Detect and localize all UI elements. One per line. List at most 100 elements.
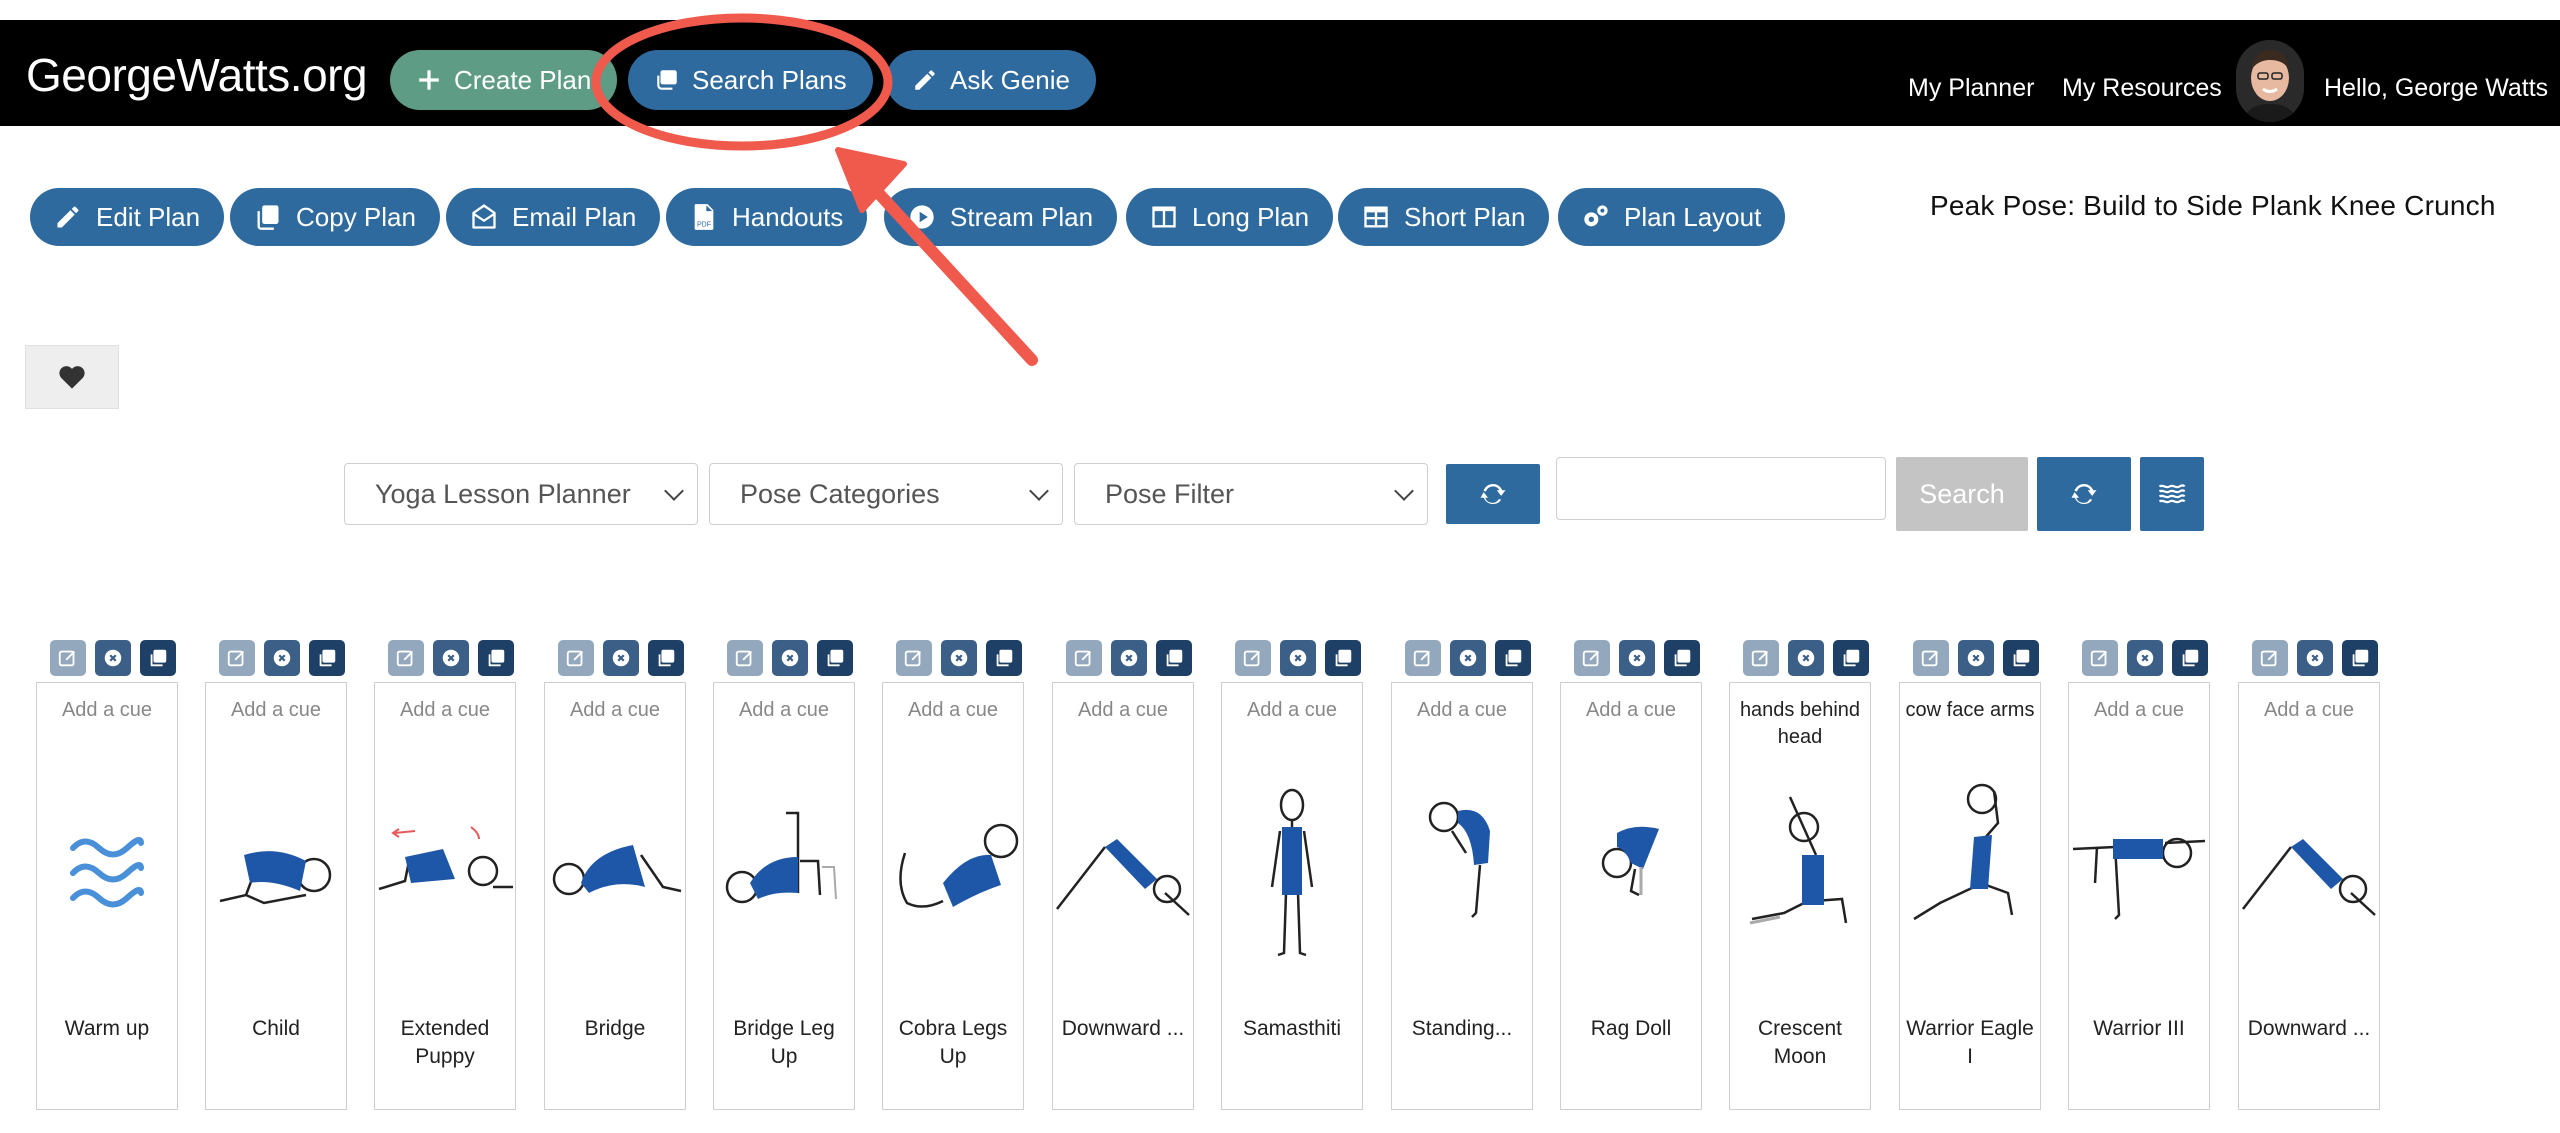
duplicate-pose-icon[interactable] xyxy=(986,640,1022,676)
remove-pose-icon[interactable] xyxy=(264,640,300,676)
ask-genie-button[interactable]: Ask Genie xyxy=(886,50,1096,110)
duplicate-pose-icon[interactable] xyxy=(1325,640,1361,676)
site-brand[interactable]: GeorgeWatts.org xyxy=(26,48,368,102)
edit-cue-icon[interactable] xyxy=(1235,640,1271,676)
pose-card-body[interactable]: Add a cue Downward ... xyxy=(2238,682,2380,1110)
search-input[interactable] xyxy=(1556,457,1886,520)
create-plan-button[interactable]: Create Plan xyxy=(390,50,618,110)
duplicate-pose-icon[interactable] xyxy=(478,640,514,676)
remove-pose-icon[interactable] xyxy=(1619,640,1655,676)
pose-cue[interactable]: Add a cue xyxy=(718,697,850,724)
pose-cue[interactable]: Add a cue xyxy=(1396,697,1528,724)
pose-cue[interactable]: Add a cue xyxy=(1565,697,1697,724)
pose-cue[interactable]: Add a cue xyxy=(379,697,511,724)
edit-cue-icon[interactable] xyxy=(1913,640,1949,676)
duplicate-pose-icon[interactable] xyxy=(817,640,853,676)
pose-cue[interactable]: Add a cue xyxy=(2243,697,2375,724)
remove-pose-icon[interactable] xyxy=(1788,640,1824,676)
plan-layout-button[interactable]: Plan Layout xyxy=(1558,188,1786,246)
remove-pose-icon[interactable] xyxy=(2297,640,2333,676)
remove-pose-icon[interactable] xyxy=(603,640,639,676)
search-button[interactable]: Search xyxy=(1896,457,2028,531)
duplicate-pose-icon[interactable] xyxy=(2003,640,2039,676)
avatar[interactable] xyxy=(2236,40,2304,122)
edit-cue-icon[interactable] xyxy=(388,640,424,676)
email-plan-button[interactable]: Email Plan xyxy=(446,188,661,246)
my-planner-link[interactable]: My Planner xyxy=(1908,74,2034,103)
pose-card-body[interactable]: Add a cue Warrior III xyxy=(2068,682,2210,1110)
pose-card-body[interactable]: Add a cue Downward ... xyxy=(1052,682,1194,1110)
planner-select[interactable]: Yoga Lesson Planner xyxy=(344,463,698,525)
favorite-button[interactable] xyxy=(25,345,119,409)
remove-pose-icon[interactable] xyxy=(2127,640,2163,676)
search-plans-button[interactable]: Search Plans xyxy=(628,50,873,110)
pose-filter-select[interactable]: Pose Filter xyxy=(1074,463,1428,525)
chevron-down-icon xyxy=(664,481,684,501)
pose-card-body[interactable]: Add a cue Cobra Legs Up xyxy=(882,682,1024,1110)
refresh-filters-button[interactable] xyxy=(1446,464,1540,524)
edit-cue-icon[interactable] xyxy=(2082,640,2118,676)
duplicate-pose-icon[interactable] xyxy=(1664,640,1700,676)
pose-cue[interactable]: Add a cue xyxy=(210,697,342,724)
remove-pose-icon[interactable] xyxy=(1450,640,1486,676)
edit-cue-icon[interactable] xyxy=(219,640,255,676)
edit-cue-icon[interactable] xyxy=(558,640,594,676)
long-plan-button[interactable]: Long Plan xyxy=(1126,188,1334,246)
duplicate-pose-icon[interactable] xyxy=(309,640,345,676)
remove-pose-icon[interactable] xyxy=(1280,640,1316,676)
edit-cue-icon[interactable] xyxy=(2252,640,2288,676)
pose-cue[interactable]: cow face arms xyxy=(1904,697,2036,724)
duplicate-pose-icon[interactable] xyxy=(140,640,176,676)
pose-card-body[interactable]: cow face arms Warrior Eagle I xyxy=(1899,682,2041,1110)
remove-pose-icon[interactable] xyxy=(1958,640,1994,676)
remove-pose-icon[interactable] xyxy=(95,640,131,676)
edit-plan-button[interactable]: Edit Plan xyxy=(30,188,225,246)
edit-cue-icon[interactable] xyxy=(1405,640,1441,676)
pose-cue[interactable]: Add a cue xyxy=(1226,697,1358,724)
reset-search-button[interactable] xyxy=(2037,457,2131,531)
duplicate-pose-icon[interactable] xyxy=(1833,640,1869,676)
pose-card-body[interactable]: hands behind head Crescent Moon xyxy=(1729,682,1871,1110)
handouts-button[interactable]: PDF Handouts xyxy=(666,188,868,246)
pose-card-body[interactable]: Add a cue Bridge Leg Up xyxy=(713,682,855,1110)
duplicate-pose-icon[interactable] xyxy=(1156,640,1192,676)
pose-categories-select[interactable]: Pose Categories xyxy=(709,463,1063,525)
pose-card-body[interactable]: Add a cue Child xyxy=(205,682,347,1110)
remove-pose-icon[interactable] xyxy=(941,640,977,676)
duplicate-pose-icon[interactable] xyxy=(1495,640,1531,676)
pose-cue[interactable]: Add a cue xyxy=(41,697,173,724)
top-navbar: GeorgeWatts.org Create Plan Search Plans… xyxy=(0,20,2560,126)
remove-pose-icon[interactable] xyxy=(433,640,469,676)
pose-card-body[interactable]: Add a cue Standing... xyxy=(1391,682,1533,1110)
pose-card-body[interactable]: Add a cue Samasthiti xyxy=(1221,682,1363,1110)
edit-cue-icon[interactable] xyxy=(727,640,763,676)
copy-plan-button[interactable]: Copy Plan xyxy=(230,188,440,246)
pose-card-body[interactable]: Add a cue Extended Puppy xyxy=(374,682,516,1110)
duplicate-pose-icon[interactable] xyxy=(648,640,684,676)
pose-cue[interactable]: Add a cue xyxy=(549,697,681,724)
duplicate-pose-icon[interactable] xyxy=(2342,640,2378,676)
edit-cue-icon[interactable] xyxy=(1743,640,1779,676)
flow-view-button[interactable] xyxy=(2140,457,2204,531)
pose-cue[interactable]: Add a cue xyxy=(887,697,1019,724)
stream-plan-button[interactable]: Stream Plan xyxy=(884,188,1118,246)
chevron-down-icon xyxy=(1029,481,1049,501)
create-plan-label: Create Plan xyxy=(454,64,592,95)
user-greeting[interactable]: Hello, George Watts xyxy=(2324,74,2548,103)
pose-card-body[interactable]: Add a cue Warm up xyxy=(36,682,178,1110)
short-plan-button[interactable]: Short Plan xyxy=(1338,188,1550,246)
my-resources-link[interactable]: My Resources xyxy=(2062,74,2222,103)
remove-pose-icon[interactable] xyxy=(772,640,808,676)
remove-pose-icon[interactable] xyxy=(1111,640,1147,676)
pose-card-body[interactable]: Add a cue Rag Doll xyxy=(1560,682,1702,1110)
duplicate-pose-icon[interactable] xyxy=(2172,640,2208,676)
edit-cue-icon[interactable] xyxy=(1066,640,1102,676)
pose-cue[interactable]: Add a cue xyxy=(1057,697,1189,724)
pose-cue[interactable]: hands behind head xyxy=(1734,697,1866,751)
pose-cue[interactable]: Add a cue xyxy=(2073,697,2205,724)
edit-cue-icon[interactable] xyxy=(896,640,932,676)
warm-up-waves-icon xyxy=(70,837,144,908)
edit-cue-icon[interactable] xyxy=(50,640,86,676)
edit-cue-icon[interactable] xyxy=(1574,640,1610,676)
pose-card-body[interactable]: Add a cue Bridge xyxy=(544,682,686,1110)
